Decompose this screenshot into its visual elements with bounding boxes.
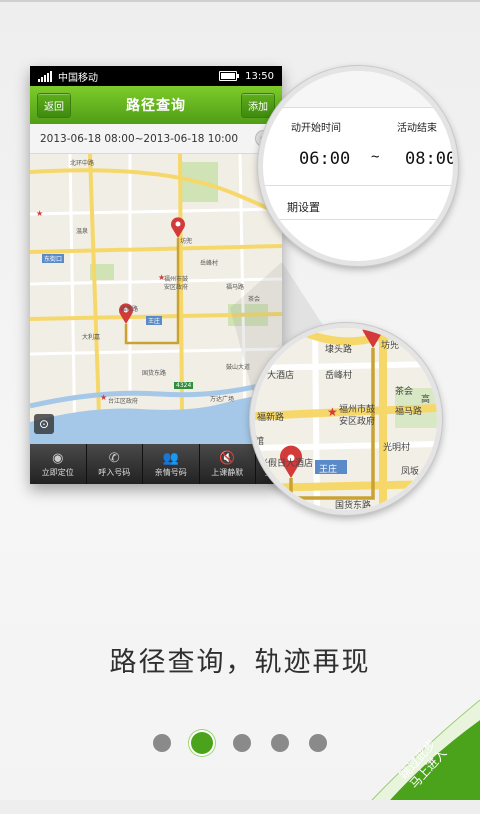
zoom-map-label: 茶会	[395, 387, 414, 397]
end-time-value[interactable]: 08:00	[405, 149, 453, 169]
zoom-time-settings: 动开始时间 活动结束 06:00 ~ 08:00 期设置	[258, 66, 458, 266]
zoom-map-label: 岳峰村	[325, 371, 353, 381]
zoom-map-label: 大酒店	[267, 371, 295, 381]
zoom-map-label: 国货东路	[335, 501, 372, 511]
svg-text:★: ★	[327, 405, 338, 419]
zoom-map-label: 光假日大酒店	[259, 459, 314, 469]
page-dot[interactable]	[271, 734, 289, 752]
zoom-map-label: 安区政府	[339, 417, 376, 427]
zoom-map-label: 坊兜	[381, 341, 400, 351]
page-dot[interactable]	[309, 734, 327, 752]
time-separator: ~	[371, 149, 380, 165]
zoom-map-label: 王庄	[319, 465, 338, 475]
end-time-label: 活动结束	[397, 123, 437, 134]
page-dot[interactable]	[153, 734, 171, 752]
zoom-route-map: ★ 埭头路 坊兜 岳峰村 茶会 高 福新路 福州市鼓 安区政府 福马路 光假日大…	[250, 323, 442, 515]
start-time-label: 动开始时间	[291, 123, 341, 134]
zoom-map-label: 馆	[255, 437, 265, 447]
zoom-map-label: 光明村	[383, 443, 411, 453]
zoom-map-label: 高	[421, 395, 431, 405]
zoom-map-label: 福马路	[395, 407, 423, 417]
period-settings-label[interactable]: 期设置	[287, 199, 320, 215]
skip-corner-button[interactable]: 跳过此步 马上进入	[360, 660, 480, 801]
page-dot-active[interactable]	[191, 732, 213, 754]
zoom-map-label: 福新路	[257, 413, 285, 423]
zoom-map-label: 凤坂	[401, 467, 420, 477]
zoom-map-label: 埭头路	[325, 345, 353, 355]
page-dot[interactable]	[233, 734, 251, 752]
start-time-value[interactable]: 06:00	[299, 149, 350, 169]
